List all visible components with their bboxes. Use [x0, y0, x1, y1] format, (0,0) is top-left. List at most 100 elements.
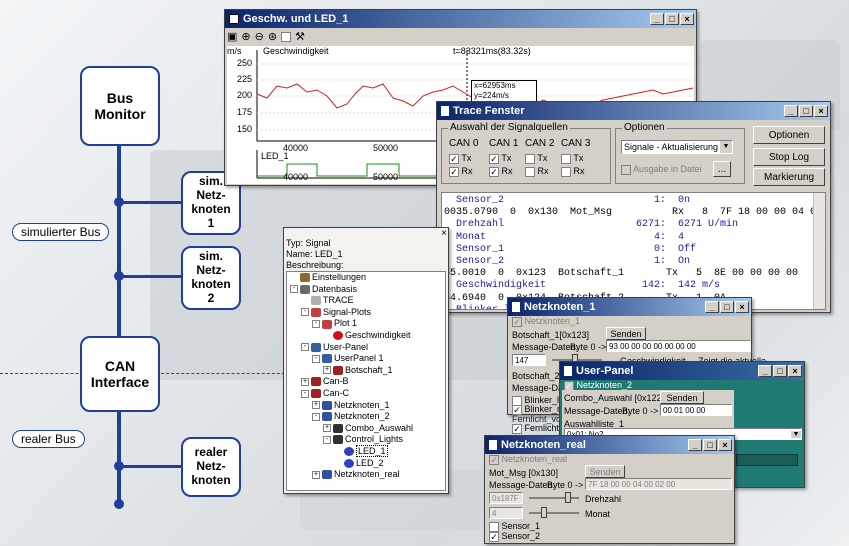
collapse-icon[interactable]: - [312, 320, 320, 328]
collapse-icon[interactable]: - [312, 354, 320, 363]
minimize-button[interactable]: _ [705, 301, 719, 313]
nkreal-drehzahl-value[interactable]: 0x187F [489, 492, 523, 504]
trace-window-titlebar[interactable]: Trace Fenster _ □ × [437, 102, 830, 120]
can2-tx-checkbox[interactable] [525, 153, 535, 164]
trace-line: Drehzahl 6271: 6271 U/min [444, 219, 739, 231]
netzknoten-real-window[interactable]: Netzknoten_real _ □ × ✓ Netzknoten_real Mo… [484, 435, 735, 544]
maximize-button[interactable]: □ [799, 105, 813, 117]
can3-rx-checkbox[interactable] [561, 166, 571, 177]
can3-tx-checkbox[interactable] [561, 153, 571, 164]
tree-item[interactable]: + Combo_Auswahl [290, 423, 445, 435]
plot-toolbar: ▣ ⊕ ⊖ ⊛ ⚒ [227, 30, 305, 46]
minimize-button[interactable]: _ [688, 439, 702, 451]
maximize-button[interactable]: □ [703, 439, 717, 451]
bus-junction-dot [114, 197, 124, 207]
options-button[interactable]: Optionen [753, 126, 825, 144]
nkreal-checkbox[interactable]: ✓ [489, 454, 499, 465]
output-file-checkbox[interactable] [621, 164, 631, 175]
signal-update-dropdown[interactable]: Signale - Aktualisierung ▼ [621, 140, 733, 154]
zoom-in-icon[interactable]: ⊕ [241, 30, 250, 46]
toggle-checkbox[interactable] [281, 32, 292, 42]
maximize-button[interactable]: □ [665, 13, 679, 25]
tree-list[interactable]: Einstellungen - Datenbasis TRACE - Signal-Plo… [286, 271, 446, 491]
collapse-icon[interactable]: - [312, 412, 320, 421]
tree-item[interactable]: LED_2 [290, 458, 445, 470]
trace-lines: Sensor_2 1: 0n 0035.0790 0 0x130 Mot_Msg … [444, 195, 825, 309]
up-send-button[interactable]: Senden [660, 391, 704, 404]
tree-item[interactable]: + Botschaft_1 [290, 365, 445, 377]
expand-icon[interactable]: + [312, 470, 320, 479]
tree-item[interactable]: + Can-B [290, 376, 445, 388]
nk1-bytes[interactable]: 93 00 00 00 00 00 00 00 [606, 340, 751, 352]
can0-rx-checkbox[interactable]: ✓ [449, 166, 459, 177]
tree-item[interactable]: Einstellungen [290, 272, 445, 284]
collapse-icon[interactable]: - [301, 343, 309, 352]
tools-icon[interactable]: ⚒ [295, 30, 305, 46]
tree-item[interactable]: - Signal-Plots [290, 307, 445, 319]
checkbox[interactable]: ✓ [512, 423, 522, 434]
tree-item[interactable]: + Netzknoten_1 [290, 400, 445, 412]
nkreal-send-button[interactable]: Senden [585, 465, 625, 478]
can2-rx-checkbox[interactable] [525, 166, 535, 177]
minimize-button[interactable]: _ [650, 13, 664, 25]
close-icon[interactable]: × [441, 228, 447, 239]
can1-rx-checkbox[interactable]: ✓ [489, 166, 499, 177]
tree-item[interactable]: LED_1 [290, 444, 445, 458]
can0-tx-checkbox[interactable]: ✓ [449, 153, 459, 164]
plot-window-titlebar[interactable]: Geschw. und LED_1 _ □ × [225, 10, 696, 28]
nkreal-slider2-thumb[interactable] [541, 507, 547, 518]
expand-icon[interactable]: + [301, 377, 309, 386]
tree-item[interactable]: + Netzknoten_real [290, 469, 445, 481]
up-check-label: Netzknoten_2 [576, 380, 633, 390]
rx-label: Rx [461, 166, 473, 176]
zoom-out-icon[interactable]: ⊖ [255, 30, 264, 46]
collapse-icon[interactable]: - [301, 308, 309, 317]
scrollbar[interactable] [813, 193, 825, 309]
expand-icon[interactable]: + [323, 366, 331, 375]
close-button[interactable]: × [735, 301, 749, 313]
nk1-checkbox[interactable]: ✓ [512, 316, 522, 327]
minimize-button[interactable]: _ [758, 365, 772, 377]
tree-item[interactable]: - Datenbasis [290, 284, 445, 296]
tree-item[interactable]: - UserPanel 1 [290, 353, 445, 365]
close-button[interactable]: × [718, 439, 732, 451]
close-button[interactable]: × [814, 105, 828, 117]
nkreal-bytes[interactable]: 7F 18 00 00 04 00 02 00 [585, 478, 732, 490]
maximize-button[interactable]: □ [720, 301, 734, 313]
tree-item[interactable]: - Plot 1 [290, 318, 445, 330]
tree-item[interactable]: - Netzknoten_2 [290, 411, 445, 423]
up-bytes[interactable]: 00 01 00 00 [660, 404, 732, 416]
collapse-icon[interactable]: - [301, 389, 309, 398]
nkreal-slider2[interactable] [529, 512, 579, 514]
can1-tx-checkbox[interactable]: ✓ [489, 153, 499, 164]
tree-item[interactable]: - User-Panel [290, 342, 445, 354]
nk1-titlebar[interactable]: Netzknoten_1 _ □ × [508, 298, 751, 316]
browse-button[interactable]: ... [713, 161, 731, 177]
nk1-value[interactable]: 147 [512, 354, 546, 366]
tree-item[interactable]: TRACE [290, 295, 445, 307]
collapse-icon[interactable]: - [323, 435, 331, 444]
trace-log[interactable]: Sensor_2 1: 0n 0035.0790 0 0x130 Mot_Msg … [441, 192, 826, 310]
maximize-button[interactable]: □ [773, 365, 787, 377]
nkreal-monat-value[interactable]: 4 [489, 507, 523, 519]
trace-window[interactable]: Trace Fenster _ □ × Auswahl der Signalquel… [436, 101, 831, 313]
nk1-send-button[interactable]: Senden [606, 327, 646, 340]
expand-icon[interactable]: + [323, 424, 331, 433]
nkreal-titlebar[interactable]: Netzknoten_real _ □ × [485, 436, 734, 454]
tree-item[interactable]: - Can-C [290, 388, 445, 400]
stop-log-button[interactable]: Stop Log [753, 148, 825, 166]
save-icon[interactable]: ▣ [227, 30, 237, 46]
tree-panel[interactable]: × Typ: Signal Name: LED_1 Beschreibung: … [283, 227, 449, 494]
collapse-icon[interactable]: - [290, 285, 298, 294]
nkreal-slider1[interactable] [529, 497, 579, 499]
mark-button[interactable]: Markierung [753, 168, 825, 186]
zoom-fit-icon[interactable]: ⊛ [268, 30, 277, 46]
close-button[interactable]: × [788, 365, 802, 377]
expand-icon[interactable]: + [312, 401, 320, 410]
minimize-button[interactable]: _ [784, 105, 798, 117]
nkreal-slider1-thumb[interactable] [565, 492, 571, 503]
checkbox[interactable]: ✓ [489, 531, 499, 542]
user-panel-titlebar[interactable]: User-Panel _ □ × [560, 362, 804, 380]
tree-item[interactable]: Geschwindigkeit [290, 330, 445, 342]
close-button[interactable]: × [680, 13, 694, 25]
